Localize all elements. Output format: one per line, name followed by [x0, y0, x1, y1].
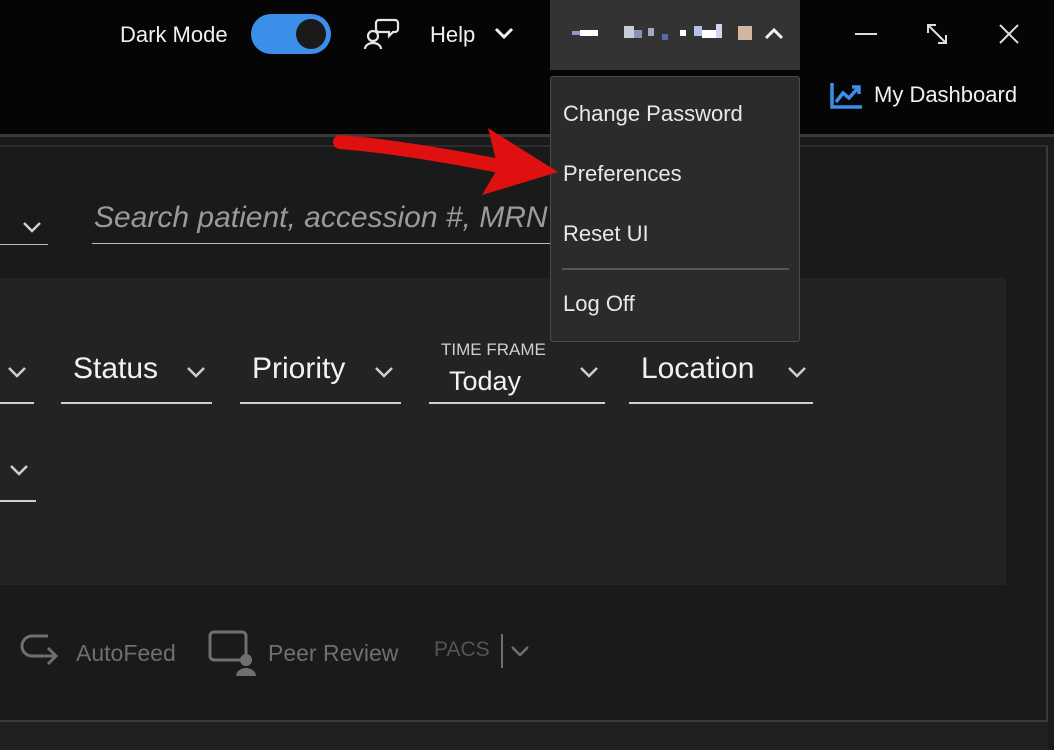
chevron-down-icon — [788, 367, 806, 378]
status-filter[interactable]: Status — [61, 340, 212, 404]
priority-filter[interactable]: Priority — [240, 340, 401, 404]
help-menu-button[interactable]: Help — [430, 22, 475, 48]
filter-dropdown-partial[interactable] — [0, 340, 34, 404]
menu-item-log-off[interactable]: Log Off — [563, 291, 635, 317]
time-frame-value: Today — [449, 366, 522, 396]
minimize-icon[interactable] — [855, 33, 877, 35]
filter-panel — [0, 278, 1006, 585]
chevron-down-icon[interactable] — [20, 218, 44, 236]
priority-filter-label: Priority — [252, 352, 346, 385]
pacs-separator — [501, 634, 503, 668]
red-arrow-annotation — [333, 128, 558, 195]
location-filter[interactable]: Location — [629, 340, 813, 404]
maximize-icon[interactable] — [925, 22, 949, 46]
close-icon[interactable] — [997, 22, 1021, 46]
chevron-down-icon — [10, 465, 28, 476]
location-filter-label: Location — [641, 352, 755, 385]
peer-review-button[interactable]: Peer Review — [268, 640, 398, 667]
time-frame-filter[interactable]: TIME FRAME Today — [429, 340, 605, 404]
chat-icon[interactable] — [362, 16, 400, 52]
search-type-underline — [0, 244, 48, 245]
autofeed-button[interactable]: AutoFeed — [76, 640, 176, 667]
chevron-up-icon — [764, 27, 784, 40]
chevron-down-icon — [580, 367, 598, 378]
pixelated-username-image — [572, 24, 752, 40]
user-menu-button[interactable] — [550, 0, 800, 70]
user-dropdown-menu: Change Password Preferences Reset UI Log… — [550, 76, 800, 342]
chevron-down-icon — [187, 367, 205, 378]
pacs-button[interactable]: PACS — [434, 638, 490, 662]
dark-mode-label: Dark Mode — [120, 22, 228, 47]
menu-item-reset-ui[interactable]: Reset UI — [563, 221, 649, 247]
chevron-down-icon[interactable] — [510, 644, 530, 658]
status-filter-label: Status — [73, 352, 159, 385]
chevron-down-icon[interactable] — [493, 24, 515, 42]
chevron-down-icon — [8, 367, 26, 378]
chart-trend-icon[interactable] — [829, 80, 865, 110]
menu-item-change-password[interactable]: Change Password — [563, 101, 743, 127]
autofeed-icon[interactable] — [18, 630, 64, 674]
chevron-down-icon — [375, 367, 393, 378]
time-frame-caption: TIME FRAME — [441, 340, 546, 359]
menu-item-preferences[interactable]: Preferences — [563, 161, 682, 187]
bottom-strip — [0, 722, 1048, 750]
peer-review-icon[interactable] — [208, 630, 260, 676]
dark-mode-toggle[interactable] — [251, 14, 331, 54]
filter-dropdown-partial-second-row[interactable] — [0, 438, 36, 502]
my-dashboard-link[interactable]: My Dashboard — [874, 82, 1017, 108]
menu-separator — [562, 268, 789, 270]
toggle-knob — [296, 19, 326, 49]
